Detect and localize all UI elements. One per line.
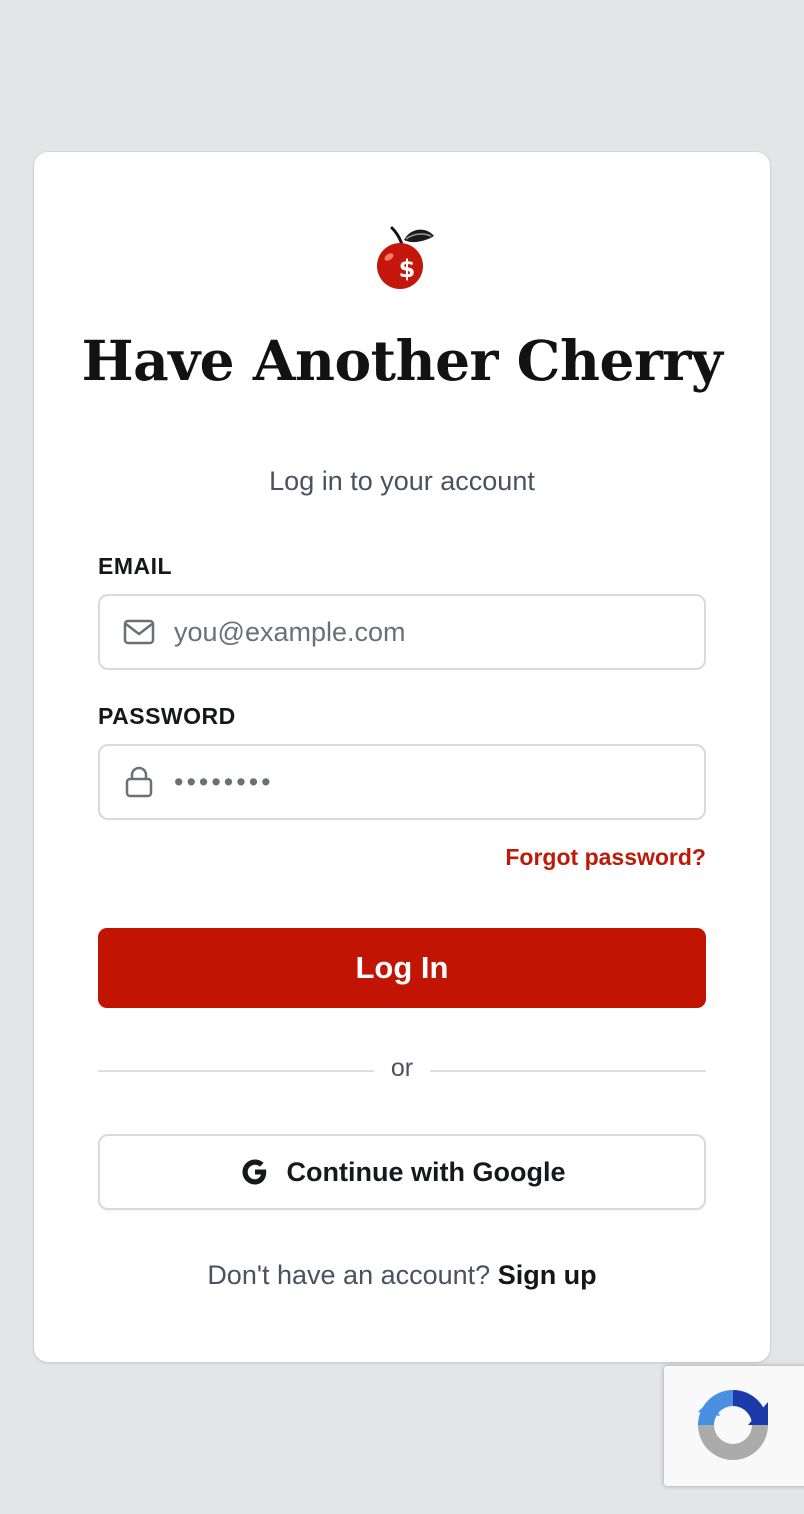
divider-text: or	[390, 1054, 414, 1082]
recaptcha-badge[interactable]	[664, 1366, 804, 1486]
signup-row: Don't have an account? Sign up	[34, 1260, 770, 1291]
signup-link[interactable]: Sign up	[498, 1260, 597, 1290]
recaptcha-icon	[698, 1390, 768, 1460]
password-label: PASSWORD	[98, 703, 236, 729]
cherry-dollar-icon: $	[377, 226, 434, 289]
app-title: Have Another Cherry	[81, 328, 723, 393]
password-field[interactable]	[98, 744, 706, 820]
lock-icon	[122, 765, 156, 799]
login-button[interactable]: Log In	[98, 928, 706, 1008]
mail-icon	[122, 615, 156, 649]
signup-prompt: Don't have an account?	[207, 1260, 491, 1290]
email-field[interactable]	[98, 594, 706, 670]
password-input[interactable]	[172, 751, 704, 813]
login-card: $ Have Another Cherry Log in to your acc…	[34, 152, 770, 1362]
divider-line-right	[430, 1070, 706, 1072]
google-icon	[242, 1159, 266, 1185]
svg-text:$: $	[399, 255, 416, 283]
email-input[interactable]	[172, 601, 704, 663]
email-label: EMAIL	[98, 553, 173, 579]
google-button-label: Continue with Google	[286, 1156, 566, 1187]
login-subtitle: Log in to your account	[269, 466, 535, 496]
google-login-button[interactable]: Continue with Google	[98, 1134, 706, 1210]
forgot-password-link[interactable]: Forgot password?	[505, 844, 706, 871]
